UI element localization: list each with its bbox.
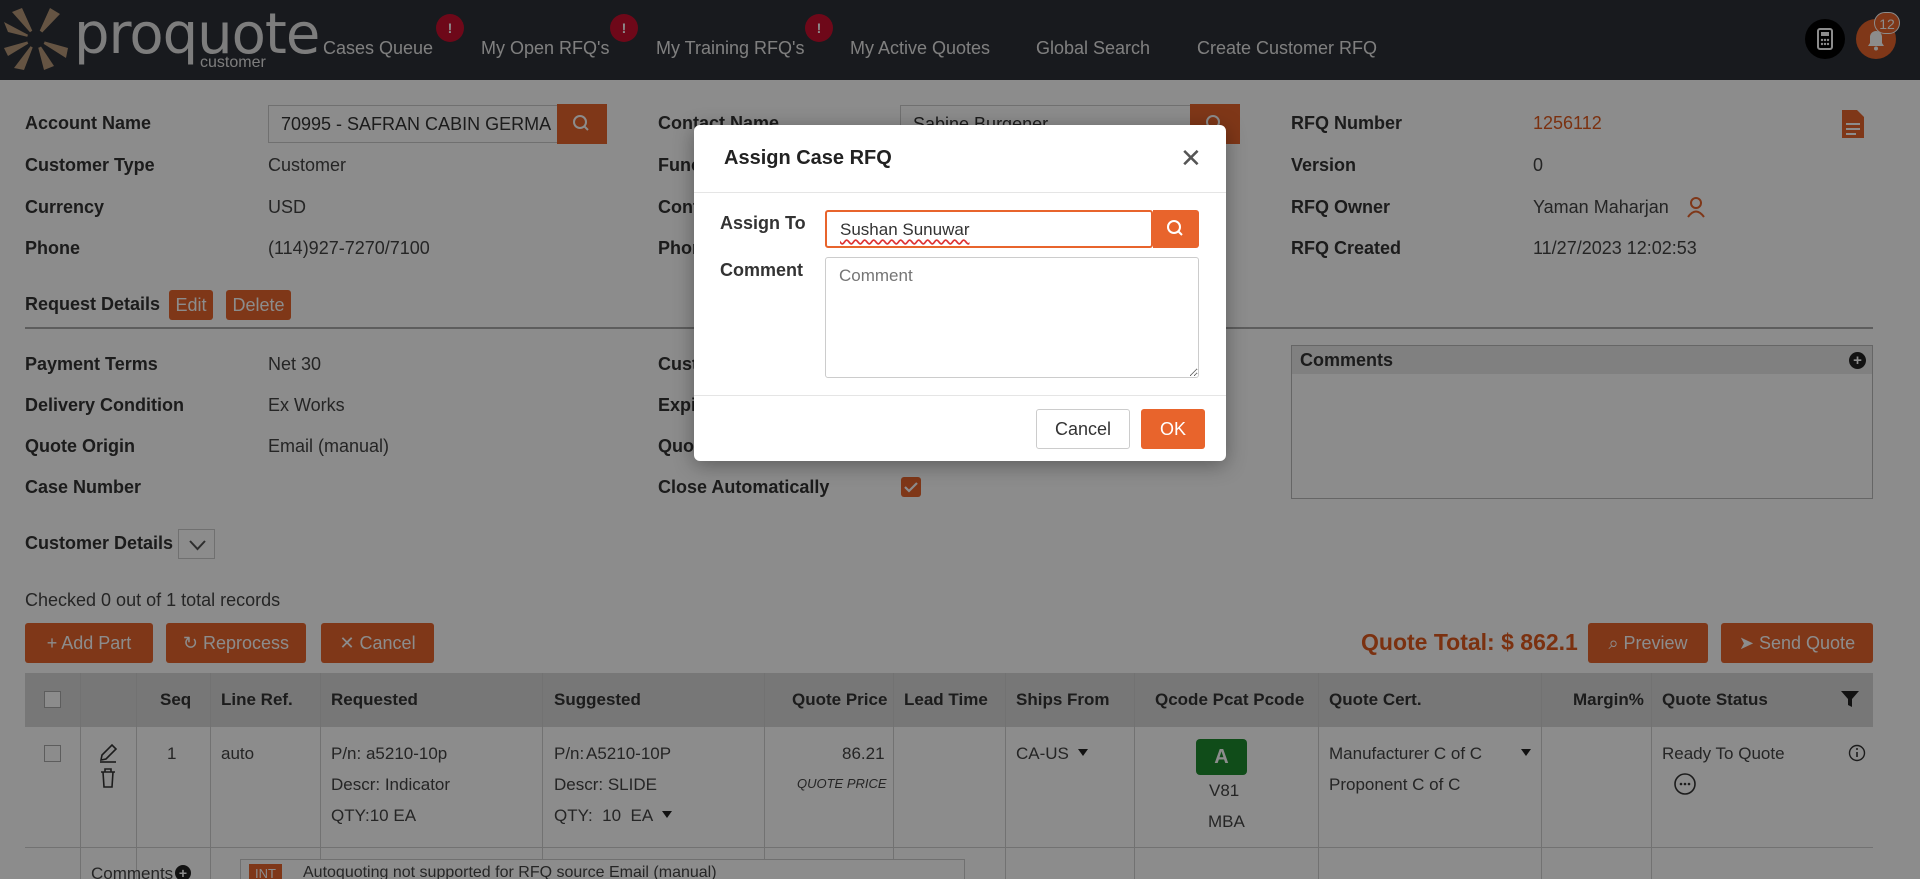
dialog-footer-divider: [694, 395, 1226, 396]
search-icon: [1167, 220, 1183, 236]
assign-to-search-button[interactable]: [1153, 210, 1199, 248]
assign-to-label: Assign To: [720, 213, 806, 233]
dialog-title: Assign Case RFQ: [724, 147, 892, 169]
dialog-ok-button[interactable]: OK: [1141, 409, 1205, 449]
dialog-header-divider: [694, 192, 1226, 193]
dialog-cancel-button[interactable]: Cancel: [1036, 409, 1130, 449]
comment-textarea[interactable]: [825, 257, 1199, 378]
assign-to-input[interactable]: Sushan Sunuwar: [825, 210, 1153, 248]
comment-label: Comment: [720, 260, 804, 280]
assign-case-rfq-dialog: Assign Case RFQ ✕ Assign To Sushan Sunuw…: [694, 125, 1226, 461]
close-icon[interactable]: ✕: [1180, 145, 1202, 171]
